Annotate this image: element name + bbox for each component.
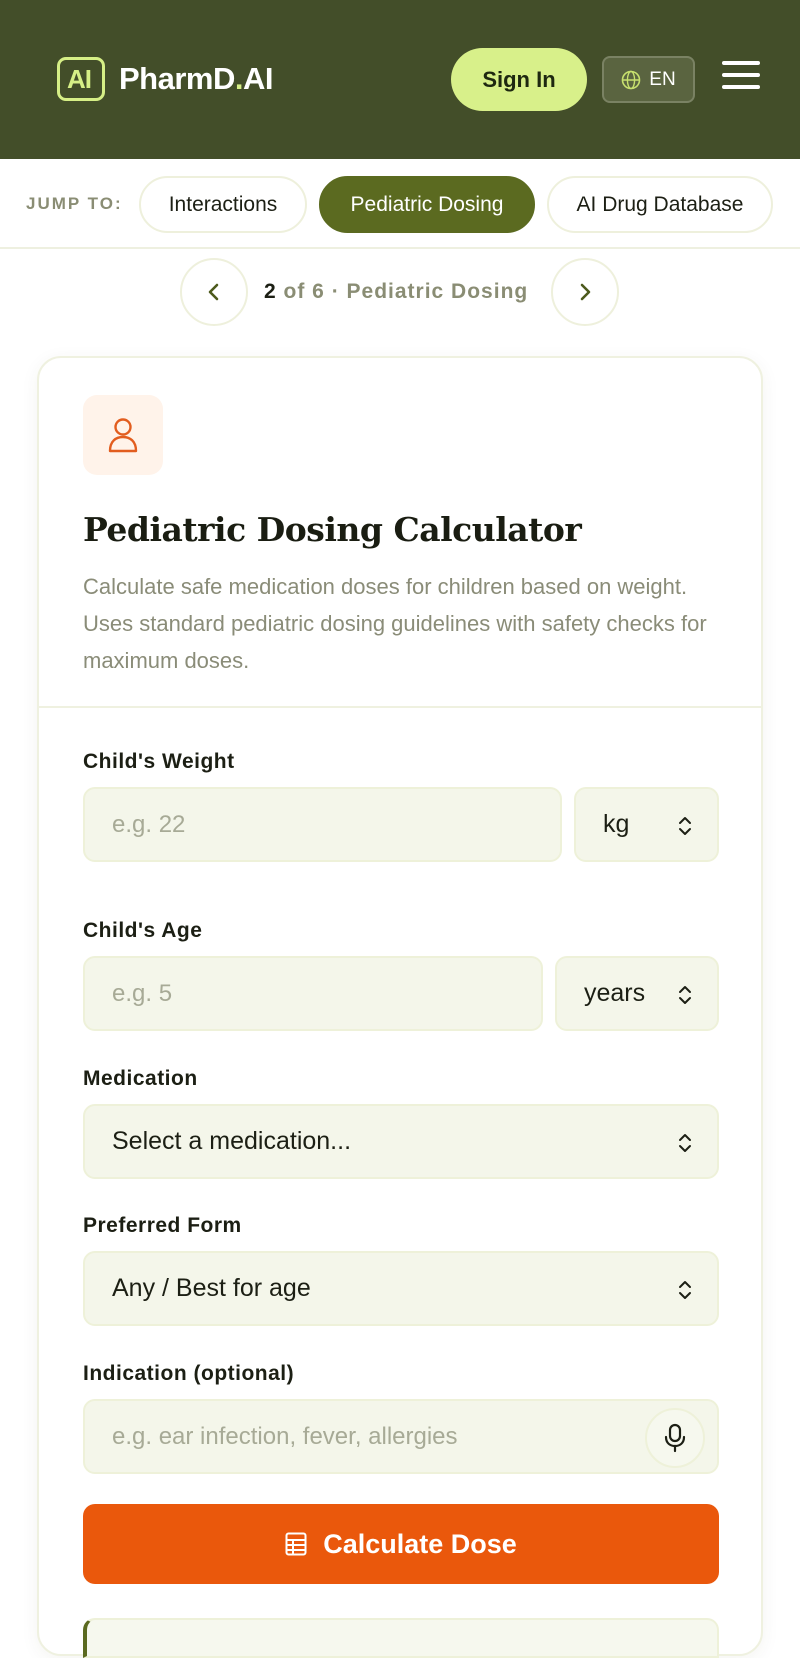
pediatric-dosing-card: Pediatric Dosing Calculator Calculate sa… — [37, 356, 763, 1658]
language-selector[interactable]: EN — [602, 56, 695, 103]
pager-current: 2 — [264, 280, 277, 303]
chevron-right-icon — [580, 283, 591, 301]
updown-chevron-icon — [679, 817, 691, 835]
jump-label: JUMP TO: — [26, 194, 123, 213]
chip-interactions[interactable]: Interactions — [139, 176, 307, 233]
logo-text-main: PharmD — [119, 61, 235, 96]
weight-unit-value: kg — [603, 810, 630, 838]
medication-value: Select a medication... — [112, 1127, 352, 1155]
calculate-dose-button[interactable]: Calculate Dose — [83, 1504, 719, 1584]
chip-ai-drug-database[interactable]: AI Drug Database — [547, 176, 773, 233]
table-icon — [285, 1532, 307, 1556]
age-unit-value: years — [584, 979, 646, 1007]
updown-chevron-icon — [679, 1281, 691, 1299]
language-label: EN — [649, 68, 676, 90]
pager-status: 2 of 6 · Pediatric Dosing — [264, 280, 528, 304]
calculate-dose-label: Calculate Dose — [323, 1528, 517, 1559]
logo[interactable]: AI PharmD.AI — [57, 57, 274, 101]
updown-chevron-icon — [679, 986, 691, 1004]
chip-pediatric-dosing[interactable]: Pediatric Dosing — [319, 176, 535, 233]
jump-nav: JUMP TO: Interactions Pediatric Dosing A… — [0, 159, 800, 249]
globe-icon — [621, 70, 641, 89]
card-title: Pediatric Dosing Calculator — [83, 510, 582, 549]
preferred-form-value: Any / Best for age — [112, 1274, 311, 1302]
weight-input[interactable]: e.g. 22 — [83, 787, 562, 862]
hamburger-menu-icon[interactable] — [722, 61, 760, 93]
microphone-icon[interactable] — [645, 1408, 705, 1468]
pager-rest: of 6 · Pediatric Dosing — [276, 280, 529, 303]
next-section-button[interactable] — [551, 258, 619, 326]
indication-label: Indication (optional) — [83, 1362, 295, 1385]
updown-chevron-icon — [679, 1134, 691, 1152]
logo-mark: AI — [57, 57, 105, 101]
section-pager: 2 of 6 · Pediatric Dosing — [0, 258, 800, 328]
medication-label: Medication — [83, 1067, 198, 1090]
logo-text-tail: AI — [243, 61, 274, 96]
card-description: Calculate safe medication doses for chil… — [83, 574, 707, 673]
weight-label: Child's Weight — [83, 750, 235, 773]
logo-text-dot: . — [234, 61, 244, 96]
card-divider — [39, 706, 761, 708]
logo-text: PharmD.AI — [119, 61, 274, 97]
result-panel-edge — [83, 1618, 719, 1658]
preferred-form-label: Preferred Form — [83, 1214, 242, 1237]
indication-input[interactable]: e.g. ear infection, fever, allergies — [83, 1399, 719, 1474]
preferred-form-select[interactable]: Any / Best for age — [83, 1251, 719, 1326]
age-unit-select[interactable]: years — [555, 956, 719, 1031]
prev-section-button[interactable] — [180, 258, 248, 326]
age-label: Child's Age — [83, 919, 203, 942]
person-icon — [83, 395, 163, 475]
medication-select[interactable]: Select a medication... — [83, 1104, 719, 1179]
indication-placeholder: e.g. ear infection, fever, allergies — [112, 1422, 458, 1450]
top-header: AI PharmD.AI Sign In EN — [0, 0, 800, 159]
sign-in-button[interactable]: Sign In — [451, 48, 587, 111]
logo-mark-text: AI — [67, 64, 92, 94]
weight-unit-select[interactable]: kg — [574, 787, 719, 862]
chevron-left-icon — [208, 283, 219, 301]
age-input[interactable]: e.g. 5 — [83, 956, 543, 1031]
